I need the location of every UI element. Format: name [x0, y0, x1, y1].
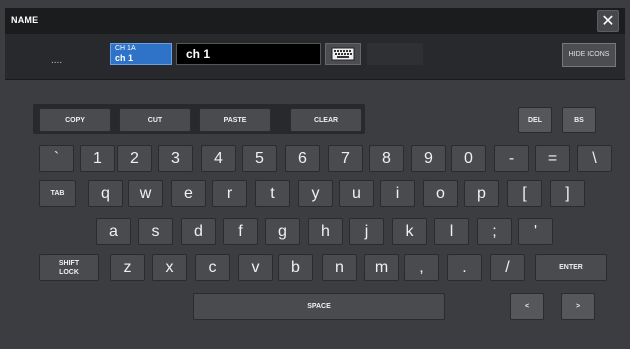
key-2-home[interactable]: d	[181, 218, 216, 245]
key-0-home[interactable]: a	[96, 218, 131, 245]
hide-icons-button[interactable]: HIDE ICONS	[562, 43, 616, 67]
key-i[interactable]: i	[380, 180, 415, 207]
keyboard-toggle-button[interactable]	[325, 43, 361, 65]
space-key[interactable]: SPACE	[193, 293, 445, 320]
key-[[interactable]: [	[507, 180, 542, 207]
key-r[interactable]: r	[212, 180, 247, 207]
key-9-home[interactable]: ;	[477, 218, 512, 245]
key-row4-0[interactable]: z	[110, 254, 145, 281]
key-12[interactable]: =	[535, 145, 570, 172]
key-5[interactable]: 5	[242, 145, 277, 172]
key-0[interactable]: `	[39, 145, 74, 172]
dialog-titlebar: NAME ✕	[5, 8, 625, 34]
key-9[interactable]: 9	[411, 145, 446, 172]
key-8-home[interactable]: l	[434, 218, 469, 245]
bs-button[interactable]: BS	[562, 107, 596, 133]
keyboard-icon	[331, 47, 355, 61]
dialog-title: NAME	[11, 15, 39, 25]
key-row4-7[interactable]: ,	[404, 254, 439, 281]
key-w[interactable]: w	[128, 180, 163, 207]
close-button[interactable]: ✕	[597, 10, 619, 32]
key-5-home[interactable]: h	[308, 218, 343, 245]
key-10-home[interactable]: '	[518, 218, 553, 245]
key-4-home[interactable]: g	[265, 218, 300, 245]
key-3[interactable]: 3	[158, 145, 193, 172]
key-row4-4[interactable]: b	[278, 254, 313, 281]
key-13[interactable]: \	[577, 145, 612, 172]
key-y[interactable]: y	[298, 180, 333, 207]
key-row4-1[interactable]: x	[152, 254, 187, 281]
cursor-right-button[interactable]: >	[561, 293, 595, 320]
key-7-home[interactable]: k	[392, 218, 427, 245]
key-3-home[interactable]: f	[223, 218, 258, 245]
key-u[interactable]: u	[339, 180, 374, 207]
enter-key[interactable]: ENTER	[535, 254, 607, 281]
empty-slot	[367, 43, 423, 65]
del-button[interactable]: DEL	[518, 107, 552, 133]
name-input[interactable]: ch 1	[176, 43, 321, 65]
key-row4-3[interactable]: v	[238, 254, 273, 281]
tab-key[interactable]: TAB	[39, 180, 76, 207]
key-6-home[interactable]: j	[349, 218, 384, 245]
key-row4-5[interactable]: n	[322, 254, 357, 281]
close-icon: ✕	[601, 13, 615, 30]
key-8[interactable]: 8	[369, 145, 404, 172]
key-o[interactable]: o	[423, 180, 458, 207]
paste-button[interactable]: PASTE	[199, 108, 271, 132]
key-row4-2[interactable]: c	[195, 254, 230, 281]
key-e[interactable]: e	[171, 180, 206, 207]
key-row4-9[interactable]: /	[490, 254, 525, 281]
channel-chip: CH 1A ch 1	[110, 43, 172, 65]
channel-id-label: CH 1A	[115, 45, 136, 52]
cursor-left-button[interactable]: <	[510, 293, 544, 320]
key-row4-8[interactable]: .	[447, 254, 482, 281]
key-t[interactable]: t	[255, 180, 290, 207]
key-2[interactable]: 2	[117, 145, 152, 172]
key-p[interactable]: p	[464, 180, 499, 207]
key-1[interactable]: 1	[80, 145, 115, 172]
cut-button[interactable]: CUT	[119, 108, 191, 132]
key-7[interactable]: 7	[328, 145, 363, 172]
key-11[interactable]: -	[494, 145, 529, 172]
copy-button[interactable]: COPY	[39, 108, 111, 132]
shift-lock-key[interactable]: SHIFT LOCK	[39, 254, 99, 281]
ellipsis-label: ....	[51, 55, 63, 66]
name-bar: .... CH 1A ch 1 ch 1 HIDE ICONS	[5, 34, 625, 80]
clear-button[interactable]: CLEAR	[290, 108, 362, 132]
key-6[interactable]: 6	[285, 145, 320, 172]
channel-name-label: ch 1	[115, 53, 134, 63]
key-q[interactable]: q	[88, 180, 123, 207]
key-row4-6[interactable]: m	[364, 254, 399, 281]
key-10[interactable]: 0	[451, 145, 486, 172]
key-1-home[interactable]: s	[138, 218, 173, 245]
key-4[interactable]: 4	[201, 145, 236, 172]
key-][interactable]: ]	[550, 180, 585, 207]
